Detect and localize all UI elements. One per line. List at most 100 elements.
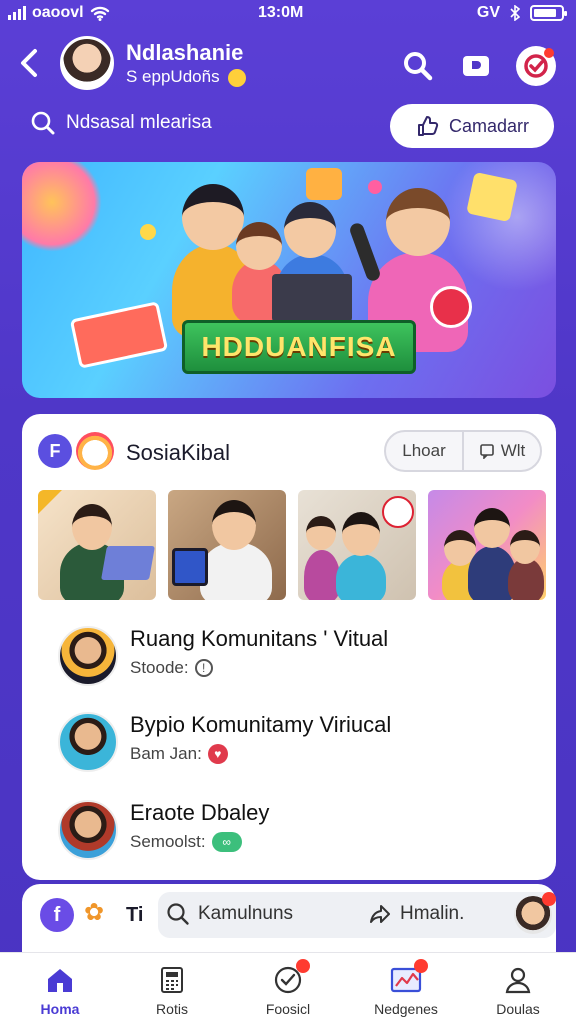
signal-icon bbox=[8, 6, 26, 20]
group-avatar[interactable] bbox=[76, 432, 114, 470]
photo-person bbox=[304, 550, 340, 600]
share-button[interactable]: Hmalin. bbox=[368, 902, 464, 926]
photo-laptop bbox=[101, 546, 155, 580]
chart-icon bbox=[390, 959, 428, 995]
banner-microphone bbox=[348, 221, 382, 283]
banner-laptop bbox=[272, 274, 352, 322]
nav-nedgenes-label: Nedgenes bbox=[374, 1001, 438, 1017]
infinity-icon: ∞ bbox=[211, 832, 242, 852]
segment-right-button[interactable]: Wlt bbox=[462, 432, 540, 470]
back-button[interactable] bbox=[18, 48, 48, 84]
banner-person-man-head bbox=[386, 188, 450, 256]
photo-person bbox=[200, 542, 272, 600]
nav-foosicl[interactable]: Foosicl bbox=[236, 953, 340, 1024]
user-avatar[interactable] bbox=[514, 892, 556, 934]
nav-doulas-label: Doulas bbox=[496, 1001, 540, 1017]
profile-name: Ndlashanie bbox=[126, 40, 244, 65]
list-item-subtitle: Stoode: ! bbox=[130, 658, 213, 678]
battery-icon bbox=[530, 5, 567, 21]
clock: 13:0M bbox=[258, 4, 304, 21]
list-item-title: Ruang Komunitans ' Vitual bbox=[130, 626, 389, 651]
nav-doulas[interactable]: Doulas bbox=[466, 953, 570, 1024]
home-icon bbox=[44, 965, 76, 995]
list-item-subtitle: Semoolst: ∞ bbox=[130, 832, 242, 852]
group-photo-3[interactable] bbox=[298, 490, 416, 600]
photo-person-head bbox=[510, 530, 540, 564]
tag-button[interactable] bbox=[456, 46, 496, 86]
search-field[interactable]: Ndsasal mlearisa bbox=[30, 110, 212, 136]
paw-icon: ✿ bbox=[84, 899, 105, 926]
card2-title: Ti bbox=[126, 904, 144, 926]
notification-dot bbox=[414, 959, 428, 973]
share-icon bbox=[370, 905, 390, 923]
list-item-title: Bypio Komunitamy Viriucal bbox=[130, 712, 392, 737]
message-icon bbox=[479, 444, 494, 459]
group-photo-2[interactable] bbox=[168, 490, 286, 600]
banner-title: HDDUANFISA bbox=[182, 320, 416, 374]
search-icon bbox=[404, 52, 433, 81]
community-search[interactable]: Kamulnuns bbox=[166, 902, 293, 926]
group-photo-1[interactable] bbox=[38, 490, 156, 600]
photo-mascot bbox=[382, 496, 414, 528]
chevron-left-icon bbox=[21, 49, 37, 77]
search-icon bbox=[167, 903, 189, 925]
banner-card bbox=[69, 301, 169, 369]
list-item-subtitle: Bam Jan: ♥ bbox=[130, 744, 228, 764]
profile-avatar[interactable] bbox=[60, 36, 114, 90]
photo-person-head bbox=[342, 512, 380, 556]
nav-nedgenes[interactable]: Nedgenes bbox=[354, 953, 458, 1024]
banner-music-note bbox=[368, 180, 382, 194]
list-avatar bbox=[58, 626, 118, 686]
list-item[interactable]: Bypio Komunitamy Viriucal Bam Jan: ♥ bbox=[58, 706, 528, 780]
photo-person-head bbox=[72, 504, 112, 550]
hero-banner[interactable]: HDDUANFISA bbox=[22, 162, 556, 398]
create-button[interactable]: Camadarr bbox=[390, 104, 554, 148]
group-photo-4[interactable] bbox=[428, 490, 546, 600]
list-item[interactable]: Eraote Dbaley Semoolst: ∞ bbox=[58, 794, 528, 868]
status-bar: oaoovl 13:0M GV bbox=[0, 0, 576, 28]
bottom-navigation: Homa Rotis Foosicl Nedgenes Doulas bbox=[0, 952, 576, 1024]
facebook-badge[interactable]: f bbox=[40, 898, 74, 932]
group-actions-segment: Lhoar Wlt bbox=[384, 430, 542, 472]
banner-play-badge bbox=[430, 286, 472, 328]
group-name[interactable]: SosiaKibal bbox=[126, 440, 230, 466]
banner-play-card bbox=[306, 168, 342, 200]
nav-rotis[interactable]: Rotis bbox=[120, 953, 224, 1024]
secondary-search-bar[interactable]: Kamulnuns Hmalin. bbox=[158, 892, 556, 938]
bluetooth-icon bbox=[510, 5, 520, 21]
tag-icon bbox=[463, 56, 489, 76]
clock-icon: ! bbox=[194, 659, 213, 677]
banner-person-woman-head bbox=[182, 184, 244, 250]
group-card: F SosiaKibal Lhoar Wlt Ruang Komunitans … bbox=[22, 414, 556, 880]
list-item-title: Eraote Dbaley bbox=[130, 800, 270, 825]
check-circle-icon bbox=[272, 959, 310, 995]
notification-dot bbox=[542, 892, 556, 906]
list-avatar bbox=[58, 712, 118, 772]
search-icon bbox=[31, 111, 55, 135]
banner-music-note bbox=[140, 224, 156, 240]
list-item[interactable]: Ruang Komunitans ' Vitual Stoode: ! bbox=[58, 620, 528, 694]
photo-person-head bbox=[306, 516, 336, 550]
nav-home[interactable]: Homa bbox=[8, 953, 112, 1024]
search-button[interactable] bbox=[398, 46, 438, 86]
carrier-label: oaoovl bbox=[32, 4, 84, 21]
thumbs-up-icon bbox=[417, 116, 439, 136]
segment-left-button[interactable]: Lhoar bbox=[386, 432, 462, 470]
list-avatar bbox=[58, 800, 118, 860]
emoji-icon bbox=[228, 68, 247, 87]
profile-subtitle: S eppUdoñs bbox=[126, 67, 247, 87]
banner-photo-card bbox=[466, 171, 518, 223]
profile-icon bbox=[502, 965, 534, 995]
photo-person bbox=[508, 558, 544, 600]
nav-foosicl-label: Foosicl bbox=[265, 1001, 311, 1017]
photo-person bbox=[336, 554, 386, 600]
banner-sun bbox=[22, 162, 102, 252]
notification-button[interactable] bbox=[516, 46, 556, 86]
nav-rotis-label: Rotis bbox=[156, 1001, 188, 1017]
banner-person-child-head bbox=[236, 222, 282, 270]
notification-dot bbox=[296, 959, 310, 973]
wifi-icon bbox=[90, 6, 109, 21]
notification-dot bbox=[544, 48, 554, 58]
photo-person-head bbox=[212, 500, 256, 550]
nav-home-label: Homa bbox=[40, 1001, 80, 1017]
